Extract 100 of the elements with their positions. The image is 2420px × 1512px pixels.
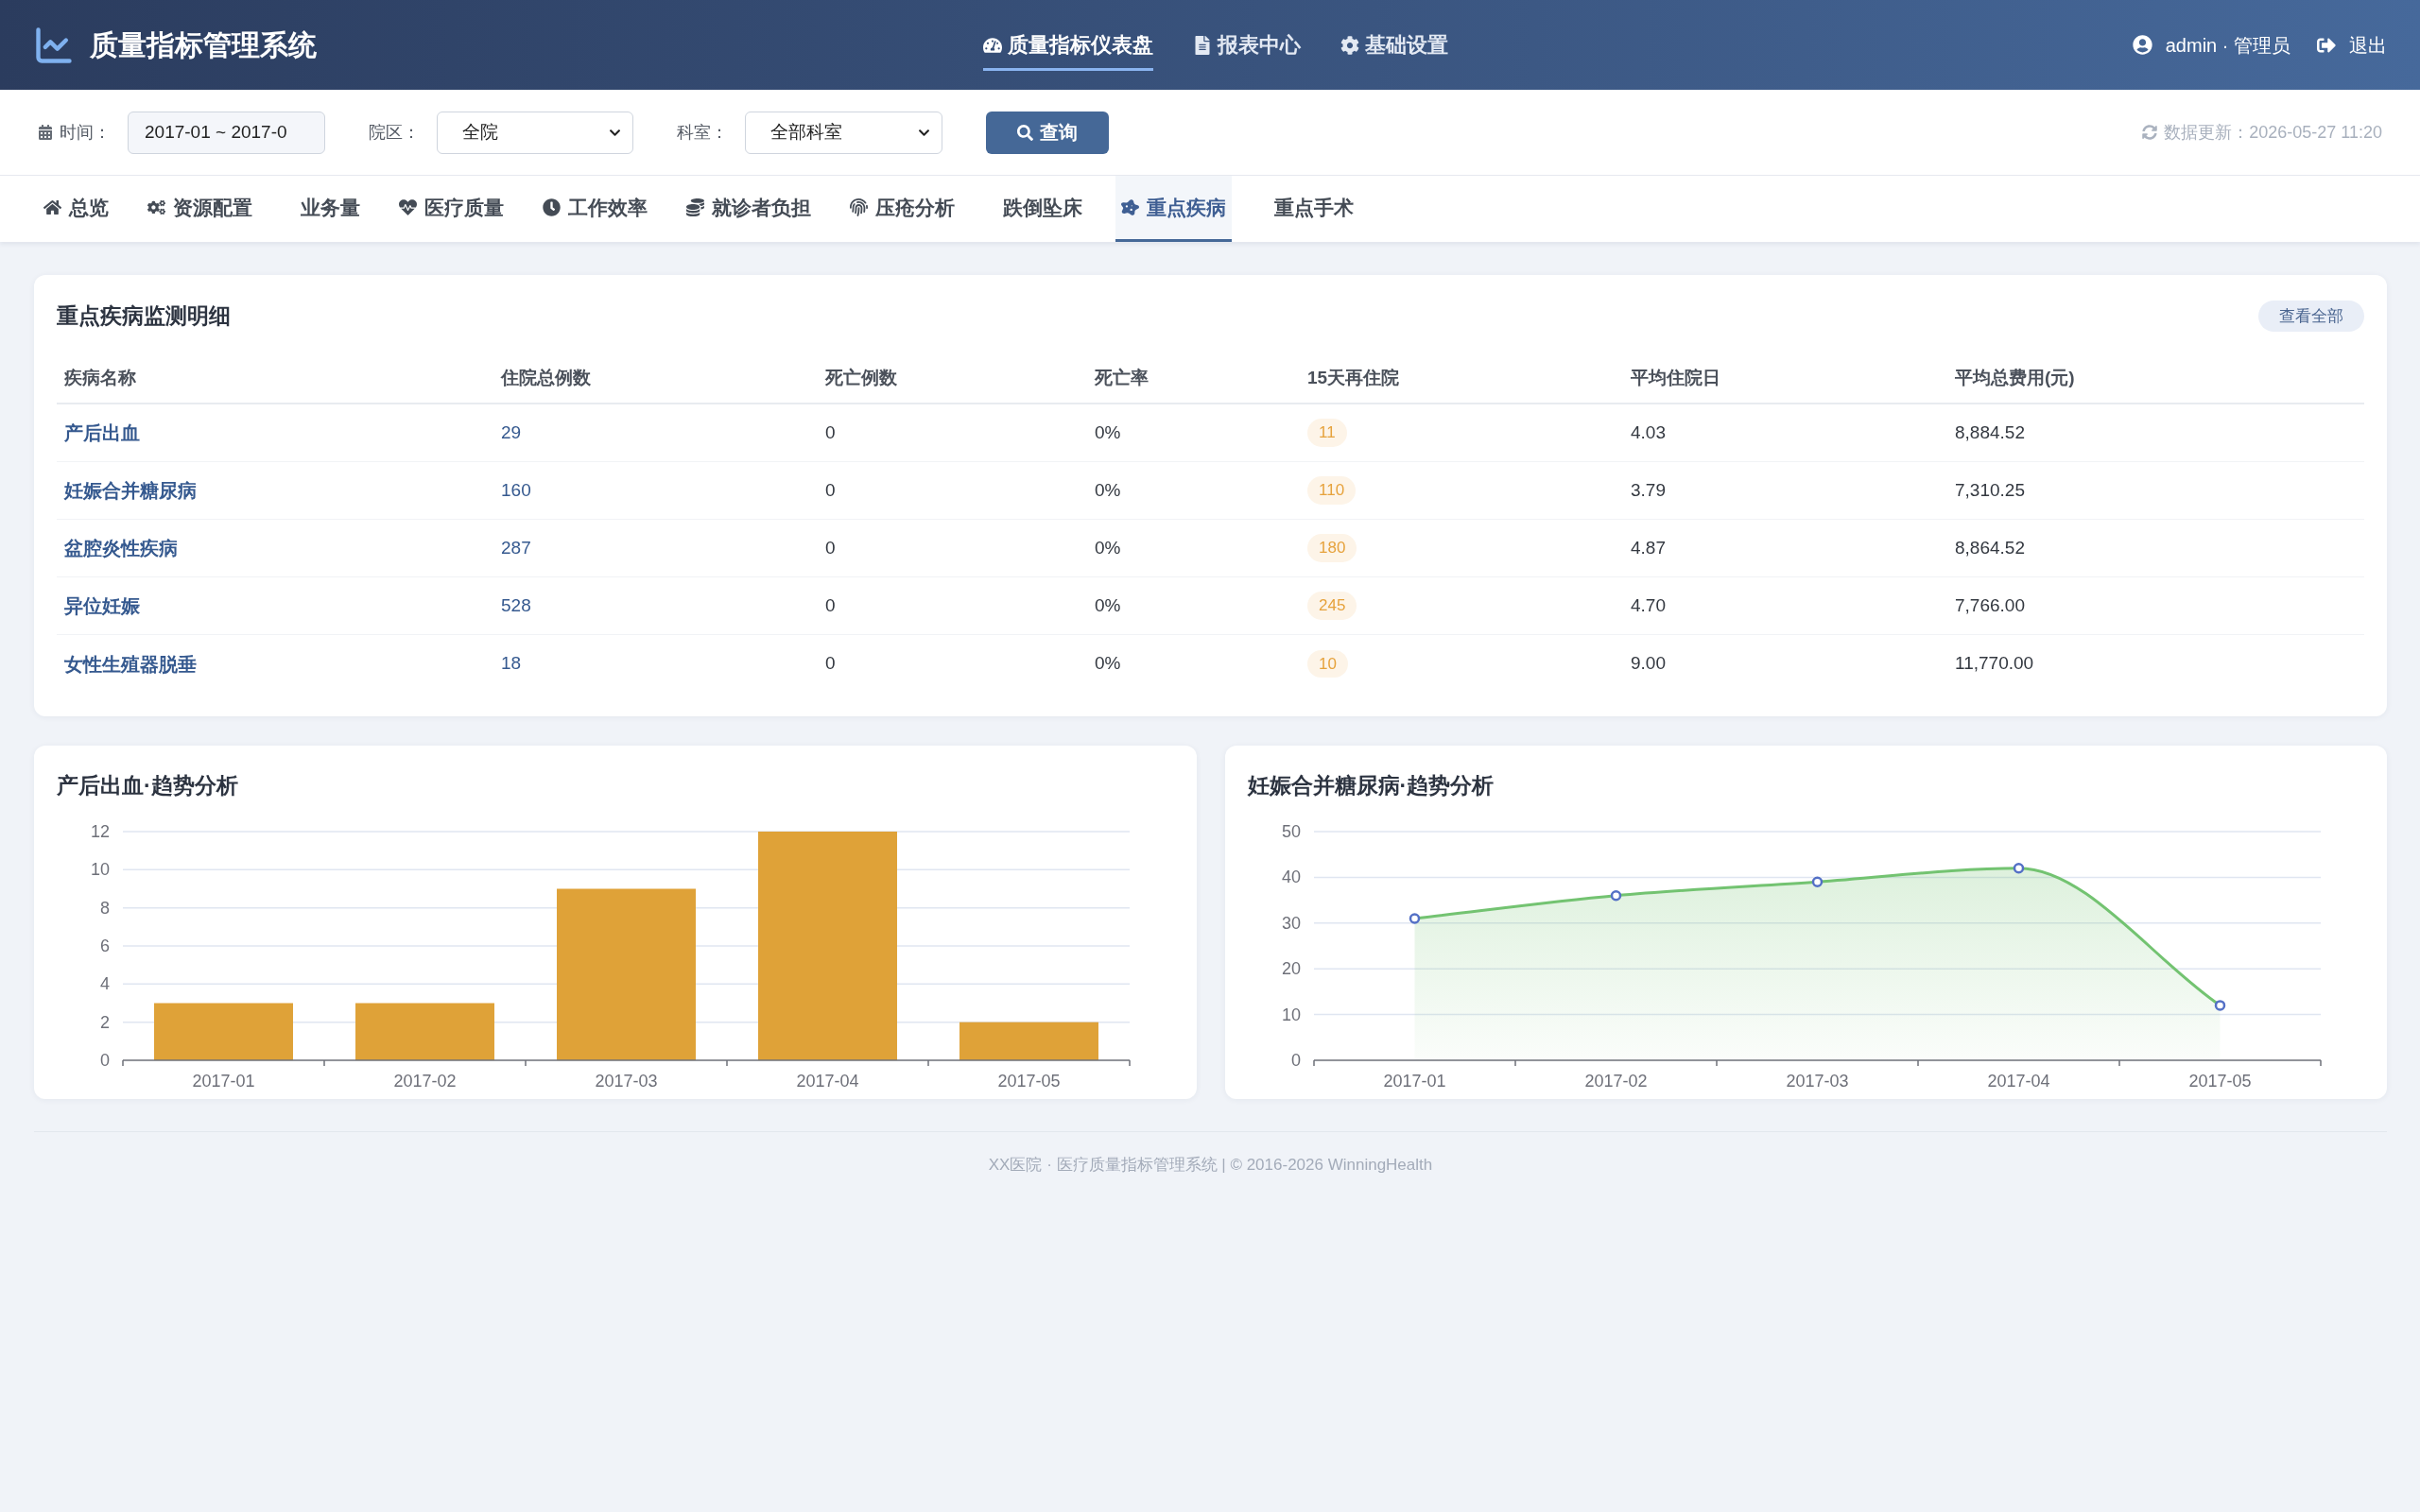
- card-title: 重点疾病监测明细: [57, 302, 231, 331]
- calendar-icon: [38, 125, 53, 140]
- filter-label: 院区：: [369, 121, 420, 144]
- column-header: 死亡例数: [825, 367, 897, 387]
- tab[interactable]: 重点疾病: [1115, 176, 1232, 242]
- axis-label: 20: [1281, 959, 1301, 979]
- axis-label: 2: [100, 1012, 110, 1032]
- filter-label: 科室：: [677, 121, 728, 144]
- data-point: [1811, 876, 1823, 887]
- search-icon: [1017, 124, 1033, 141]
- view-all-button[interactable]: 查看全部: [2258, 301, 2364, 332]
- axis-label: 8: [100, 898, 110, 918]
- tab[interactable]: 就诊者负担: [681, 176, 817, 242]
- document-icon: [1193, 35, 1212, 55]
- readmission-badge: 11: [1307, 419, 1347, 447]
- disease-link[interactable]: 异位妊娠: [64, 595, 140, 616]
- table-cell: 0: [825, 421, 836, 442]
- table-cell: 9.00: [1631, 653, 1666, 674]
- axis-label: 12: [90, 822, 110, 841]
- axis-label: 30: [1281, 913, 1301, 933]
- count-link[interactable]: 287: [501, 537, 531, 558]
- data-point: [1409, 913, 1420, 924]
- axis-label: 4: [100, 974, 110, 994]
- table-cell: 7,766.00: [1955, 594, 2025, 615]
- axis-label: 2017-03: [1785, 1072, 1849, 1091]
- search-button[interactable]: 查询: [986, 111, 1109, 154]
- data-point: [1610, 890, 1621, 902]
- disease-link[interactable]: 盆腔炎性疾病: [64, 538, 178, 558]
- table-cell: 0: [825, 594, 836, 615]
- update-time: 数据更新：2026-05-27 11:20: [2164, 121, 2382, 144]
- axis-label: 40: [1281, 868, 1301, 887]
- column-header: 疾病名称: [64, 367, 136, 387]
- refresh-icon: [2142, 125, 2158, 140]
- tab[interactable]: 重点手术: [1259, 176, 1359, 242]
- gear-icon: [1340, 35, 1359, 55]
- chart-title: 妊娠合并糖尿病·趋势分析: [1247, 773, 1495, 798]
- table-cell: 0%: [1095, 653, 1121, 674]
- date-range-field[interactable]: 2017-01 ~ 2017-0: [128, 111, 325, 154]
- tab[interactable]: 跌倒坠床: [988, 176, 1088, 242]
- table-cell: 0: [825, 653, 836, 674]
- column-header: 平均住院日: [1631, 367, 1720, 387]
- tab[interactable]: 工作效率: [537, 176, 653, 242]
- column-header: 死亡率: [1095, 367, 1149, 387]
- tab[interactable]: 医疗质量: [393, 176, 510, 242]
- department-select[interactable]: 全部科室: [745, 111, 942, 154]
- readmission-badge: 245: [1307, 592, 1357, 620]
- count-link[interactable]: 18: [501, 653, 522, 674]
- readmission-badge: 180: [1307, 534, 1357, 562]
- gears-icon: [147, 198, 165, 216]
- clock-icon: [543, 198, 561, 216]
- tab[interactable]: 资源配置: [142, 176, 258, 242]
- axis-label: 2017-04: [1986, 1072, 2050, 1091]
- table-cell: 3.79: [1631, 479, 1666, 500]
- table-cell: 0%: [1095, 537, 1121, 558]
- axis-label: 2017-04: [796, 1072, 859, 1091]
- table-cell: 8,884.52: [1955, 421, 2025, 442]
- nav-link[interactable]: 报表中心: [1193, 19, 1301, 71]
- data-point: [2013, 862, 2024, 874]
- disease-link[interactable]: 女性生殖器脱垂: [64, 653, 197, 675]
- axis-label: 0: [1290, 1051, 1301, 1070]
- disease-link[interactable]: 妊娠合并糖尿病: [64, 480, 197, 501]
- disease-link[interactable]: 产后出血: [64, 422, 140, 443]
- nav-link[interactable]: 质量指标仪表盘: [983, 19, 1153, 71]
- axis-label: 2017-05: [997, 1072, 1061, 1091]
- heartbeat-icon: [399, 198, 417, 216]
- gauge-icon: [983, 35, 1002, 55]
- column-header: 平均总费用(元): [1955, 367, 2075, 387]
- count-link[interactable]: 29: [501, 421, 522, 442]
- column-header: 15天再住院: [1307, 367, 1400, 387]
- table-cell: 4.87: [1631, 537, 1666, 558]
- table-cell: 11,770.00: [1955, 653, 2034, 674]
- table-cell: 0%: [1095, 479, 1121, 500]
- axis-label: 2017-05: [2187, 1072, 2252, 1091]
- table-cell: 0: [825, 479, 836, 500]
- axis-label: 2017-02: [1583, 1072, 1648, 1091]
- tab[interactable]: 业务量: [285, 176, 366, 242]
- axis-label: 2017-01: [192, 1072, 255, 1091]
- user-icon: [2132, 35, 2152, 55]
- readmission-badge: 110: [1307, 476, 1357, 505]
- column-header: 住院总例数: [501, 367, 591, 387]
- tab[interactable]: 总览: [38, 176, 114, 242]
- nav-link[interactable]: 基础设置: [1340, 19, 1448, 71]
- filter-label: 时间：: [60, 121, 111, 144]
- axis-label: 10: [90, 860, 110, 880]
- table-cell: 0%: [1095, 594, 1121, 615]
- count-link[interactable]: 160: [501, 479, 531, 500]
- coins-icon: [686, 198, 704, 216]
- count-link[interactable]: 528: [501, 594, 531, 615]
- axis-label: 6: [100, 936, 110, 955]
- axis-label: 2017-03: [595, 1072, 658, 1091]
- app-title: 质量指标管理系统: [90, 28, 317, 62]
- table-cell: 0%: [1095, 421, 1121, 442]
- tab[interactable]: 压疮分析: [844, 176, 960, 242]
- axis-label: 2017-02: [393, 1072, 457, 1091]
- footer-text: XX医院 · 医疗质量指标管理系统 | © 2016-2026 WinningHealth: [988, 1155, 1433, 1176]
- table-cell: 7,310.25: [1955, 479, 2025, 500]
- user-name: admin · 管理员: [2165, 33, 2290, 58]
- logout-button[interactable]: 退出: [2317, 30, 2387, 60]
- campus-select[interactable]: 全院: [437, 111, 633, 154]
- table-cell: 4.03: [1631, 421, 1666, 442]
